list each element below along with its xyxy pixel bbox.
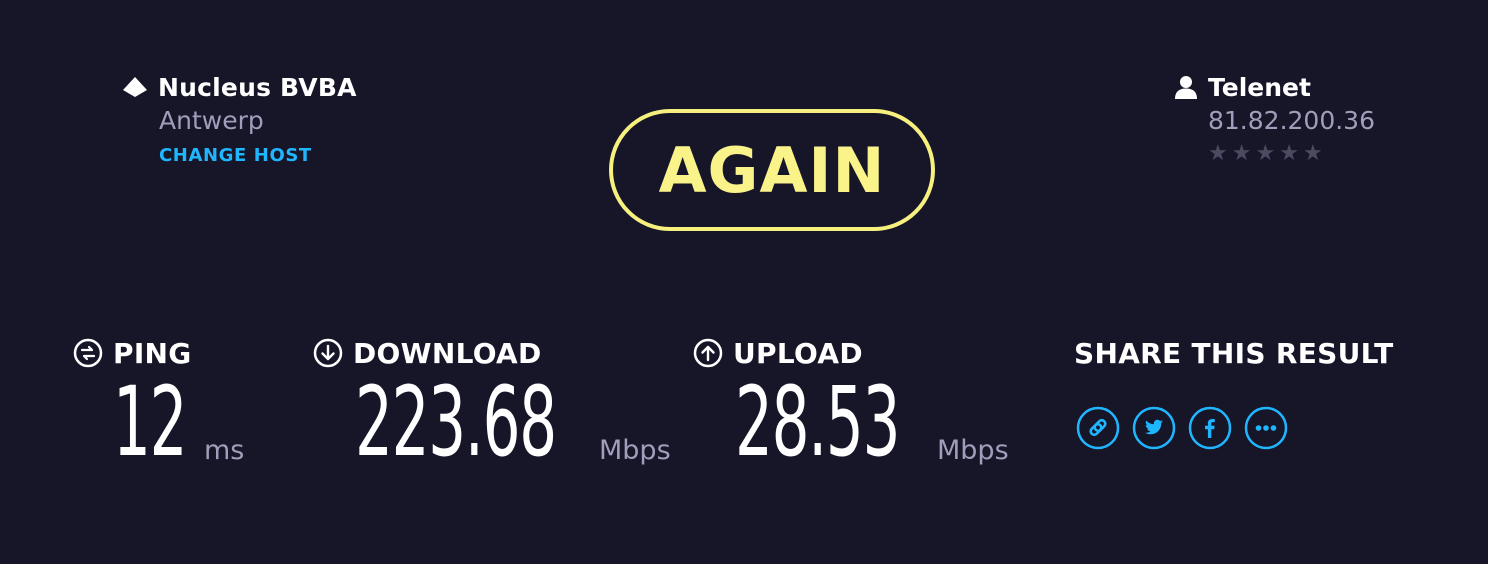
isp-rating[interactable]: ★ ★ ★ ★ ★ <box>1208 143 1375 165</box>
ping-value: 12 <box>113 366 187 478</box>
change-host-link[interactable]: CHANGE HOST <box>159 145 357 166</box>
upload-arrow-icon <box>693 338 723 368</box>
upload-unit: Mbps <box>937 435 1009 466</box>
rating-star-icon[interactable]: ★ <box>1303 143 1323 165</box>
ping-unit: ms <box>204 435 245 466</box>
download-value: 223.68 <box>355 366 557 478</box>
user-icon <box>1172 73 1200 101</box>
facebook-icon[interactable] <box>1188 406 1232 450</box>
ping-metric: PING 12 ms <box>73 336 244 470</box>
rating-star-icon[interactable]: ★ <box>1255 143 1275 165</box>
again-button[interactable]: AGAIN <box>609 109 935 231</box>
share-buttons <box>1076 406 1394 450</box>
download-title: DOWNLOAD <box>353 336 542 370</box>
host-panel: Nucleus BVBA Antwerp CHANGE HOST <box>122 70 357 166</box>
download-unit: Mbps <box>599 435 671 466</box>
download-metric: DOWNLOAD 223.68 Mbps <box>313 336 671 470</box>
rating-star-icon[interactable]: ★ <box>1279 143 1299 165</box>
upload-metric: UPLOAD 28.53 Mbps <box>693 336 1009 470</box>
upload-value: 28.53 <box>735 366 900 478</box>
share-title: SHARE THIS RESULT <box>1074 336 1394 370</box>
rating-star-icon[interactable]: ★ <box>1208 143 1228 165</box>
download-arrow-icon <box>313 338 343 368</box>
upload-title: UPLOAD <box>733 336 863 370</box>
twitter-icon[interactable] <box>1132 406 1176 450</box>
isp-ip-address: 81.82.200.36 <box>1208 106 1375 135</box>
host-name: Nucleus BVBA <box>158 72 357 102</box>
link-icon[interactable] <box>1076 406 1120 450</box>
host-icon <box>122 74 148 100</box>
ping-icon <box>73 338 103 368</box>
isp-name: Telenet <box>1208 72 1311 102</box>
isp-panel: Telenet 81.82.200.36 ★ ★ ★ ★ ★ <box>1172 70 1375 165</box>
speedtest-result-screen: Nucleus BVBA Antwerp CHANGE HOST AGAIN T… <box>0 0 1488 564</box>
host-city: Antwerp <box>159 106 264 135</box>
more-icon[interactable] <box>1244 406 1288 450</box>
rating-star-icon[interactable]: ★ <box>1232 143 1252 165</box>
share-panel: SHARE THIS RESULT <box>1074 336 1394 450</box>
again-button-label: AGAIN <box>658 133 886 207</box>
ping-title: PING <box>113 336 192 370</box>
